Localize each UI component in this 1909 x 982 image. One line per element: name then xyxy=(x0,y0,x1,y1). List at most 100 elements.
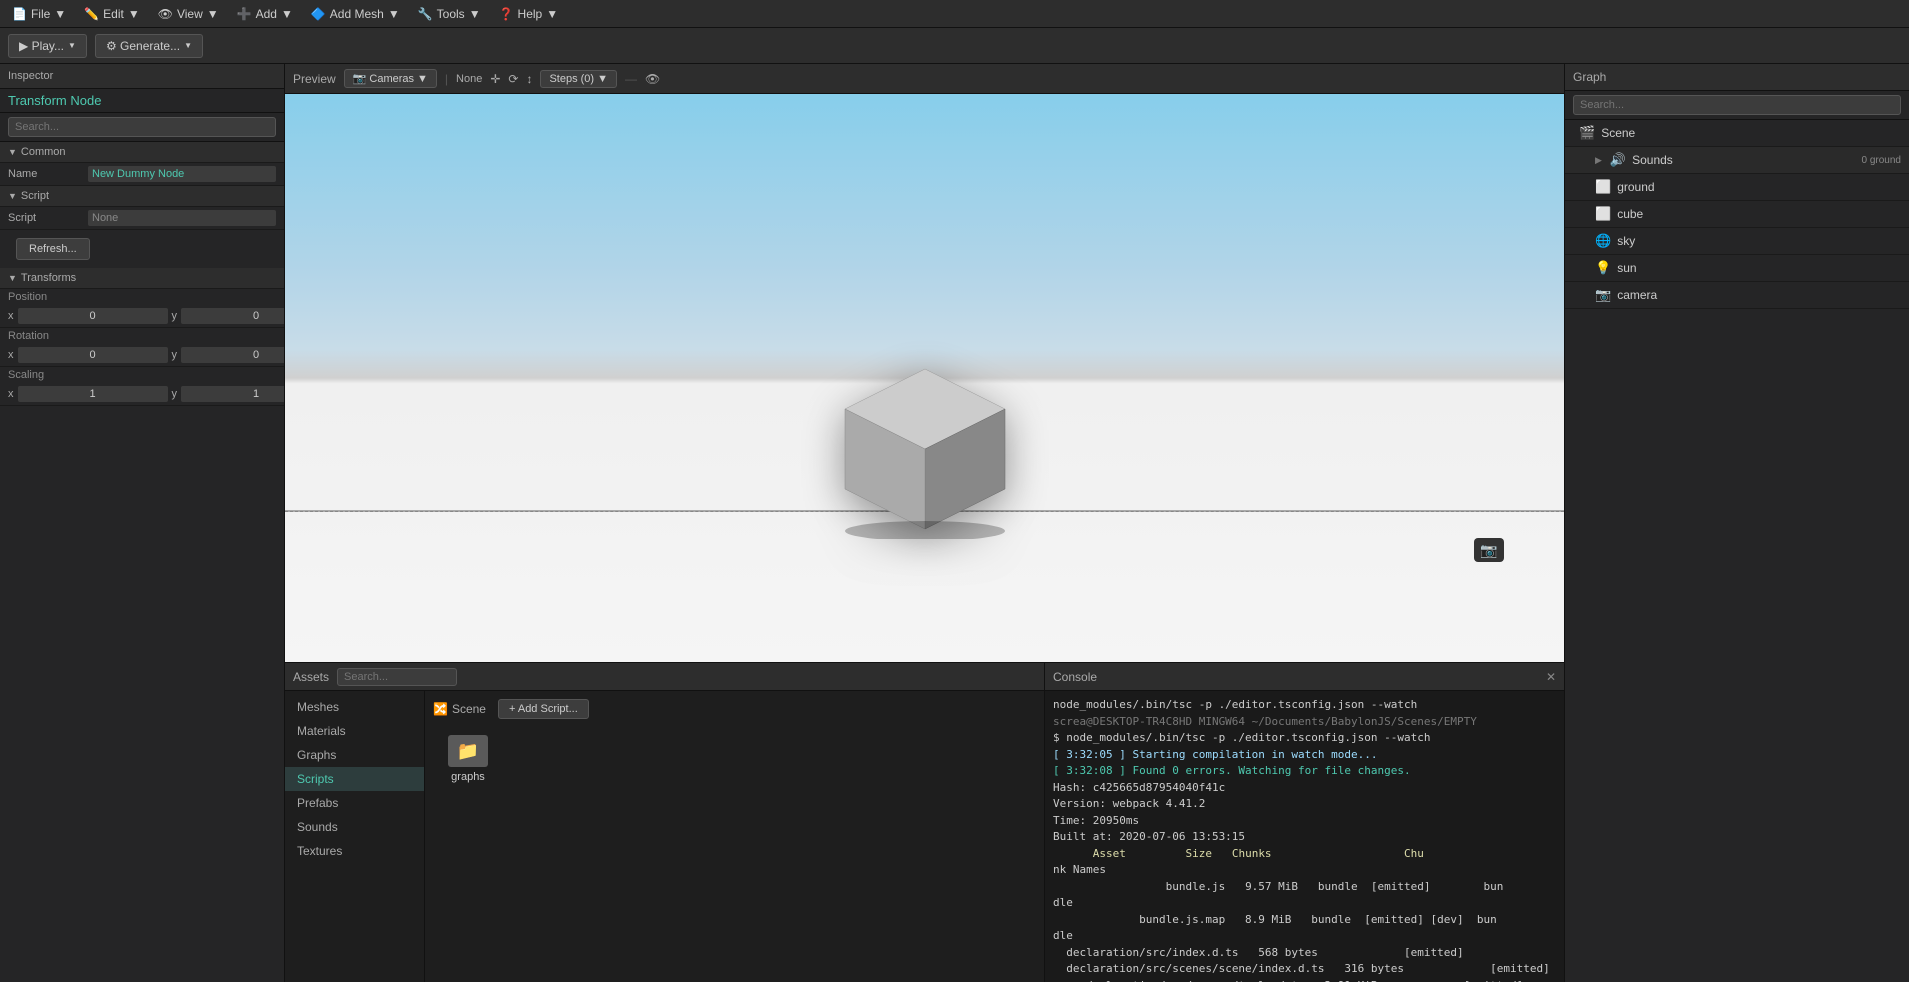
sky-icon: 🌐 xyxy=(1595,233,1611,249)
script-section-header[interactable]: ▼ Script xyxy=(0,186,284,207)
file-caret: ▼ xyxy=(54,7,66,21)
menu-add[interactable]: ➕ Add ▼ xyxy=(229,5,301,23)
scaling-label: Scaling xyxy=(0,367,284,383)
preview-sep2: — xyxy=(625,72,637,86)
view-icon: 👁 xyxy=(158,7,173,21)
assets-panel: Assets Meshes Materials Graphs xyxy=(285,663,1045,982)
pos-x-input[interactable] xyxy=(18,308,168,324)
graph-item-ground[interactable]: ⬜ ground xyxy=(1565,174,1909,201)
scale-x-input[interactable] xyxy=(18,386,168,402)
scale-x-label: x xyxy=(8,388,14,400)
help-icon: ❓ xyxy=(499,7,514,21)
console-line: dle xyxy=(1053,895,1556,912)
console-title: Console xyxy=(1053,670,1097,684)
assets-nav-scripts[interactable]: Scripts xyxy=(285,767,424,791)
graph-items-container: 🎬Scene ▶ 🔊 Sounds 0 ground ⬜ ground ⬜cube🌐sky💡s… xyxy=(1565,120,1909,309)
console-line: declaration/src/scenes/scene/index.d.ts … xyxy=(1053,961,1556,978)
menu-add-mesh[interactable]: 🔷 Add Mesh ▼ xyxy=(303,5,408,23)
preview-sep1: | xyxy=(445,72,448,86)
inspector-search-input[interactable] xyxy=(8,117,276,137)
graph-item-cube[interactable]: ⬜cube xyxy=(1565,201,1909,228)
eye-icon[interactable]: 👁 xyxy=(645,72,660,86)
sounds-badge: 0 ground xyxy=(1862,155,1901,166)
script-input[interactable] xyxy=(88,210,276,226)
play-caret: ▼ xyxy=(68,41,76,50)
play-button[interactable]: ▶ Play... ▼ xyxy=(8,34,87,58)
rot-y-label: y xyxy=(172,349,178,361)
rotate-icon[interactable]: ⟳ xyxy=(508,72,518,86)
assets-nav-prefabs[interactable]: Prefabs xyxy=(285,791,424,815)
sounds-icon: 🔊 xyxy=(1610,152,1626,168)
console-close-icon[interactable]: ✕ xyxy=(1546,670,1556,684)
rotation-label: Rotation xyxy=(0,328,284,344)
menu-view[interactable]: 👁 View ▼ xyxy=(150,5,227,23)
name-label: Name xyxy=(8,168,88,180)
graph-item-label-sounds: Sounds xyxy=(1632,153,1673,167)
menu-edit[interactable]: ✏️ Edit ▼ xyxy=(76,5,148,23)
sun-icon: 💡 xyxy=(1595,260,1611,276)
refresh-container: Refresh... xyxy=(0,230,284,268)
assets-nav-graphs[interactable]: Graphs xyxy=(285,743,424,767)
transforms-section-header[interactable]: ▼ Transforms xyxy=(0,268,284,289)
cameras-button[interactable]: 📷 Cameras ▼ xyxy=(344,69,437,88)
graph-search-input[interactable] xyxy=(1573,95,1901,115)
steps-button[interactable]: Steps (0) ▼ xyxy=(540,70,617,88)
console-content[interactable]: node_modules/.bin/tsc -p ./editor.tsconf… xyxy=(1045,691,1564,982)
graph-item-camera[interactable]: 📷camera xyxy=(1565,282,1909,309)
console-line: nk Names xyxy=(1053,862,1556,879)
graph-item-sounds[interactable]: ▶ 🔊 Sounds 0 ground xyxy=(1565,147,1909,174)
scale-y-input[interactable] xyxy=(181,386,285,402)
rot-x-input[interactable] xyxy=(18,347,168,363)
pos-x-label: x xyxy=(8,310,14,322)
menu-tools[interactable]: 🔧 Tools ▼ xyxy=(410,5,489,23)
scale-icon[interactable]: ↕ xyxy=(526,72,532,86)
assets-nav-meshes[interactable]: Meshes xyxy=(285,695,424,719)
center-panel: Preview 📷 Cameras ▼ | None ✛ ⟳ ↕ Steps (… xyxy=(285,64,1564,982)
move-icon[interactable]: ✛ xyxy=(490,72,500,86)
graph-item-sky[interactable]: 🌐sky xyxy=(1565,228,1909,255)
name-property-row: Name xyxy=(0,163,284,186)
assets-nav-materials[interactable]: Materials xyxy=(285,719,424,743)
file-icon: 📄 xyxy=(12,7,27,21)
graph-item-sun[interactable]: 💡sun xyxy=(1565,255,1909,282)
console-header: Console ✕ xyxy=(1045,663,1564,691)
preview-canvas[interactable]: 📷 xyxy=(285,94,1564,662)
scale-y-label: y xyxy=(172,388,178,400)
name-input[interactable] xyxy=(88,166,276,182)
common-arrow: ▼ xyxy=(8,147,17,157)
assets-title: Assets xyxy=(293,670,329,684)
graph-header: Graph xyxy=(1565,64,1909,91)
scaling-row: x y z xyxy=(0,383,284,406)
menu-file[interactable]: 📄 File ▼ xyxy=(4,5,74,23)
add-script-button[interactable]: + Add Script... xyxy=(498,699,589,719)
preview-panel: Preview 📷 Cameras ▼ | None ✛ ⟳ ↕ Steps (… xyxy=(285,64,1564,662)
edit-caret: ▼ xyxy=(128,7,140,21)
help-caret: ▼ xyxy=(546,7,558,21)
assets-nav-textures[interactable]: Textures xyxy=(285,839,424,863)
menu-help[interactable]: ❓ Help ▼ xyxy=(491,5,567,23)
assets-search-input[interactable] xyxy=(337,668,457,686)
camera-icon: 📷 xyxy=(1595,287,1611,303)
ground-icon: ⬜ xyxy=(1595,179,1611,195)
rotation-row: x y z xyxy=(0,344,284,367)
script-arrow: ▼ xyxy=(8,191,17,201)
pos-y-label: y xyxy=(172,310,178,322)
graph-item-label-scene: Scene xyxy=(1601,126,1635,140)
camera-overlay-icon: 📷 xyxy=(1474,538,1504,562)
rot-y-input[interactable] xyxy=(181,347,285,363)
menu-bar: 📄 File ▼ ✏️ Edit ▼ 👁 View ▼ ➕ Add ▼ 🔷 Ad… xyxy=(0,0,1909,28)
pos-y-input[interactable] xyxy=(181,308,285,324)
folder-icon-graphs: 📁 xyxy=(448,735,488,767)
assets-nav-sounds[interactable]: Sounds xyxy=(285,815,424,839)
generate-button[interactable]: ⚙ Generate... ▼ xyxy=(95,34,203,58)
graph-item-label-cube: cube xyxy=(1617,207,1643,221)
scene-folder-icon: 🔀 xyxy=(433,702,448,716)
graph-item-scene[interactable]: 🎬Scene xyxy=(1565,120,1909,147)
cameras-caret: ▼ xyxy=(417,73,428,85)
folder-item-graphs[interactable]: 📁 graphs xyxy=(433,727,503,791)
common-section-header[interactable]: ▼ Common xyxy=(0,142,284,163)
refresh-button[interactable]: Refresh... xyxy=(16,238,90,260)
sounds-expand-arrow: ▶ xyxy=(1595,155,1602,166)
graph-item-label-ground: ground xyxy=(1617,180,1654,194)
preview-header: Preview 📷 Cameras ▼ | None ✛ ⟳ ↕ Steps (… xyxy=(285,64,1564,94)
